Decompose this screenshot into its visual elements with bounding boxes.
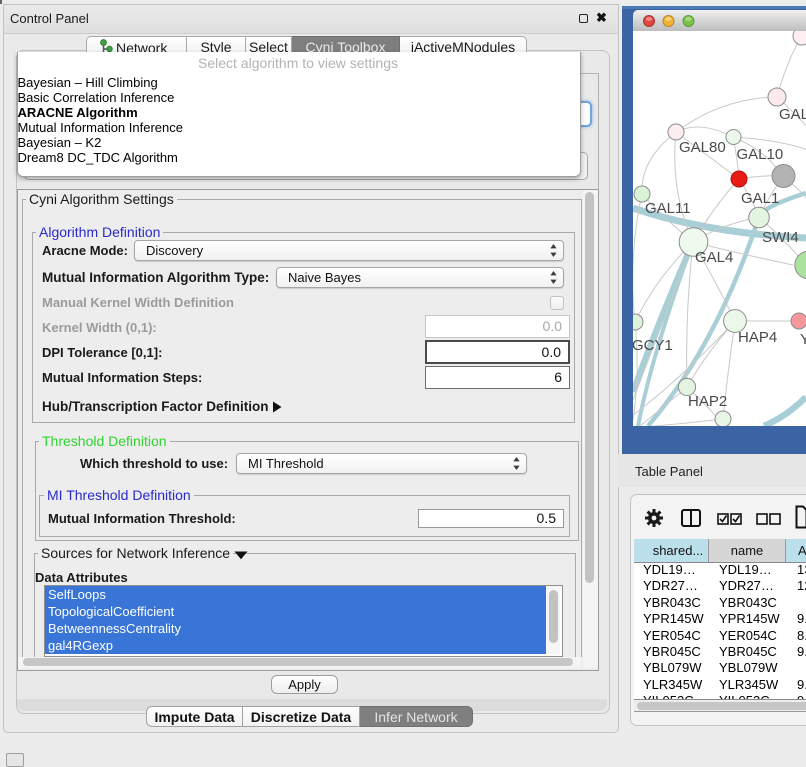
svg-text:Y: Y (800, 331, 806, 348)
svg-text:GCY1: GCY1 (633, 337, 673, 354)
svg-text:GAL80: GAL80 (679, 139, 726, 156)
svg-text:SWI4: SWI4 (762, 229, 799, 246)
svg-text:GAL4: GAL4 (695, 249, 733, 266)
svg-text:GAL1: GAL1 (741, 190, 779, 207)
svg-text:HAP4: HAP4 (738, 329, 777, 346)
svg-text:HAP2: HAP2 (688, 393, 727, 410)
svg-text:GAL10: GAL10 (737, 146, 784, 163)
svg-text:GAL11: GAL11 (645, 200, 691, 217)
svg-text:GAL: GAL (779, 106, 806, 123)
